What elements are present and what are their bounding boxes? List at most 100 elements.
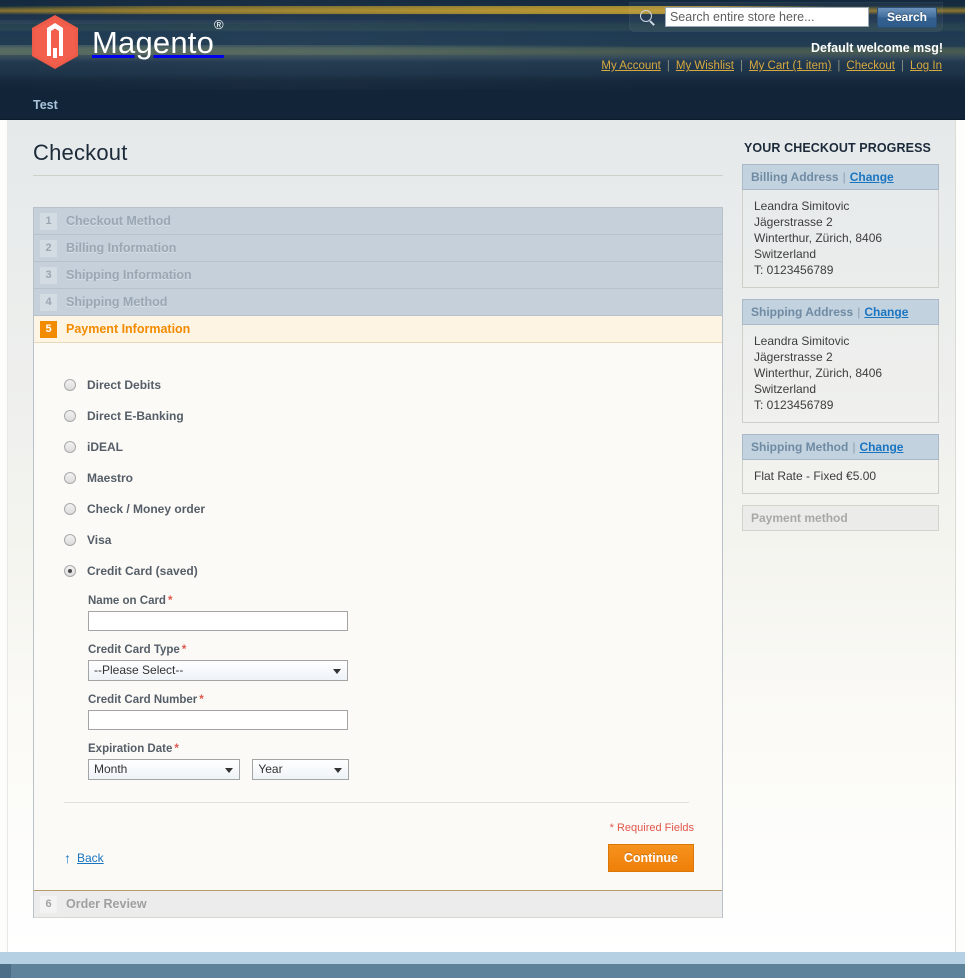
progress-block-payment-method: Payment method	[742, 505, 939, 531]
link-my-cart[interactable]: My Cart (1 item)	[749, 60, 831, 72]
search-block: Search	[628, 2, 943, 32]
radio-credit-card-saved[interactable]	[64, 564, 76, 577]
main-column: Checkout 1 Checkout Method 2 Billing Inf…	[33, 140, 723, 918]
link-my-account[interactable]: My Account	[601, 60, 660, 72]
step-number: 1	[40, 212, 57, 230]
progress-block-header-pending: Payment method	[742, 505, 939, 531]
required-asterisk: *	[181, 644, 187, 656]
radio-direct-e-banking[interactable]	[64, 409, 76, 422]
logo-wordmark: Magento®	[92, 16, 224, 60]
required-asterisk: *	[174, 743, 179, 755]
footer-band-light	[0, 952, 965, 964]
radio-visa[interactable]	[64, 533, 76, 546]
step-label: Order Review	[66, 897, 147, 911]
link-checkout[interactable]: Checkout	[846, 60, 895, 72]
required-asterisk: *	[199, 694, 204, 706]
payment-method-check-money-order[interactable]: Check / Money order	[64, 493, 700, 524]
progress-block-title: Shipping Address	[751, 305, 854, 319]
label-name-on-card: Name on Card *	[88, 595, 173, 607]
credit-card-form: Name on Card * Credit Card Type * --Please…	[88, 595, 700, 780]
checkout-step-checkout-method[interactable]: 1 Checkout Method	[34, 208, 722, 235]
field-expiration-date: Expiration Date * Month Year	[88, 743, 700, 780]
address-line: Winterthur, Zürich, 8406	[754, 231, 883, 245]
radio-direct-debits[interactable]	[64, 378, 76, 391]
progress-block-title: Shipping Method	[751, 440, 849, 454]
change-billing-address-link[interactable]: Change	[850, 170, 894, 184]
radio-maestro[interactable]	[64, 471, 76, 484]
page-inner: Checkout 1 Checkout Method 2 Billing Inf…	[8, 120, 955, 952]
link-separator: |	[901, 60, 905, 72]
progress-block-title: Billing Address	[751, 170, 839, 184]
link-separator: |	[666, 60, 670, 72]
step-number: 2	[40, 239, 57, 257]
label-credit-card-number: Credit Card Number *	[88, 694, 204, 706]
required-fields-note: * Required Fields	[609, 822, 694, 834]
checkout-step-order-review[interactable]: 6 Order Review	[34, 891, 722, 918]
payment-method-credit-card-saved[interactable]: Credit Card (saved)	[64, 555, 700, 586]
address-line: Switzerland	[754, 382, 817, 396]
payment-method-label: Visa	[87, 532, 112, 547]
search-button[interactable]: Search	[876, 6, 937, 28]
expiration-month-select[interactable]: Month	[88, 759, 240, 780]
payment-method-direct-debits[interactable]: Direct Debits	[64, 369, 700, 400]
payment-method-maestro[interactable]: Maestro	[64, 462, 700, 493]
payment-method-label: iDEAL	[87, 439, 123, 454]
field-credit-card-number: Credit Card Number *	[88, 694, 700, 730]
checkout-step-shipping-information[interactable]: 3 Shipping Information	[34, 262, 722, 289]
address-phone: T: 0123456789	[754, 263, 834, 277]
address-line: Leandra Simitovic	[754, 334, 850, 348]
payment-information-panel: Direct Debits Direct E-Banking iDEAL Mae…	[34, 343, 722, 891]
credit-card-number-input[interactable]	[88, 710, 348, 730]
site-logo-link[interactable]: Magento®	[30, 14, 224, 70]
link-separator: |	[740, 60, 743, 72]
progress-block-header: Billing Address | Change	[742, 164, 939, 190]
address-line: Winterthur, Zürich, 8406	[754, 366, 883, 380]
payment-method-list: Direct Debits Direct E-Banking iDEAL Mae…	[64, 369, 700, 586]
expiration-year-select[interactable]: Year	[252, 759, 350, 780]
link-log-in[interactable]: Log In	[910, 60, 942, 72]
step-number: 4	[40, 293, 57, 311]
payment-method-visa[interactable]: Visa	[64, 524, 700, 555]
payment-method-label: Check / Money order	[87, 501, 206, 516]
checkout-steps-accordion: 1 Checkout Method 2 Billing Information …	[33, 207, 723, 918]
checkout-progress-sidebar: YOUR CHECKOUT PROGRESS Billing Address | C…	[742, 141, 939, 542]
change-shipping-address-link[interactable]: Change	[864, 305, 908, 319]
chevron-down-icon	[334, 767, 343, 773]
address-phone: T: 0123456789	[754, 398, 834, 412]
radio-check-money-order[interactable]	[64, 502, 76, 515]
chevron-down-icon	[333, 668, 341, 674]
field-name-on-card: Name on Card *	[88, 595, 700, 631]
address-line: Jägerstrasse 2	[754, 215, 833, 229]
change-shipping-method-link[interactable]: Change	[859, 440, 903, 454]
progress-block-header: Shipping Address | Change	[742, 299, 939, 325]
checkout-step-payment-information[interactable]: 5 Payment Information	[34, 316, 722, 343]
address-line: Jägerstrasse 2	[754, 350, 833, 364]
payment-method-label: Direct Debits	[87, 377, 162, 392]
address-line: Leandra Simitovic	[754, 199, 850, 213]
radio-ideal[interactable]	[64, 440, 76, 453]
link-my-wishlist[interactable]: My Wishlist	[676, 60, 734, 72]
site-header: Magento® Search Default welcome msg! My …	[0, 0, 965, 90]
separator: |	[852, 440, 856, 454]
checkout-step-shipping-method[interactable]: 4 Shipping Method	[34, 289, 722, 316]
chevron-down-icon	[225, 767, 233, 773]
continue-button[interactable]: Continue	[607, 844, 694, 872]
form-divider	[64, 802, 689, 803]
label-expiration-date: Expiration Date *	[88, 743, 179, 755]
checkout-step-billing-information[interactable]: 2 Billing Information	[34, 235, 722, 262]
step-label: Checkout Method	[66, 214, 171, 228]
payment-method-direct-e-banking[interactable]: Direct E-Banking	[64, 400, 700, 431]
credit-card-type-select[interactable]: --Please Select--	[88, 660, 348, 681]
step-label: Shipping Information	[66, 268, 192, 282]
search-input[interactable]	[664, 7, 869, 27]
arrow-up-icon: ↑	[64, 850, 71, 866]
payment-method-ideal[interactable]: iDEAL	[64, 431, 700, 462]
nav-item-test[interactable]: Test	[33, 98, 58, 112]
registered-mark: ®	[214, 16, 224, 32]
step-number: 3	[40, 266, 57, 284]
sidebar-title: YOUR CHECKOUT PROGRESS	[744, 141, 931, 155]
back-link[interactable]: ↑ Back	[64, 851, 104, 865]
shipping-method-value: Flat Rate - Fixed €5.00	[754, 469, 877, 483]
name-on-card-input[interactable]	[88, 611, 348, 631]
step-actions: ↑ Back Continue	[56, 844, 700, 872]
